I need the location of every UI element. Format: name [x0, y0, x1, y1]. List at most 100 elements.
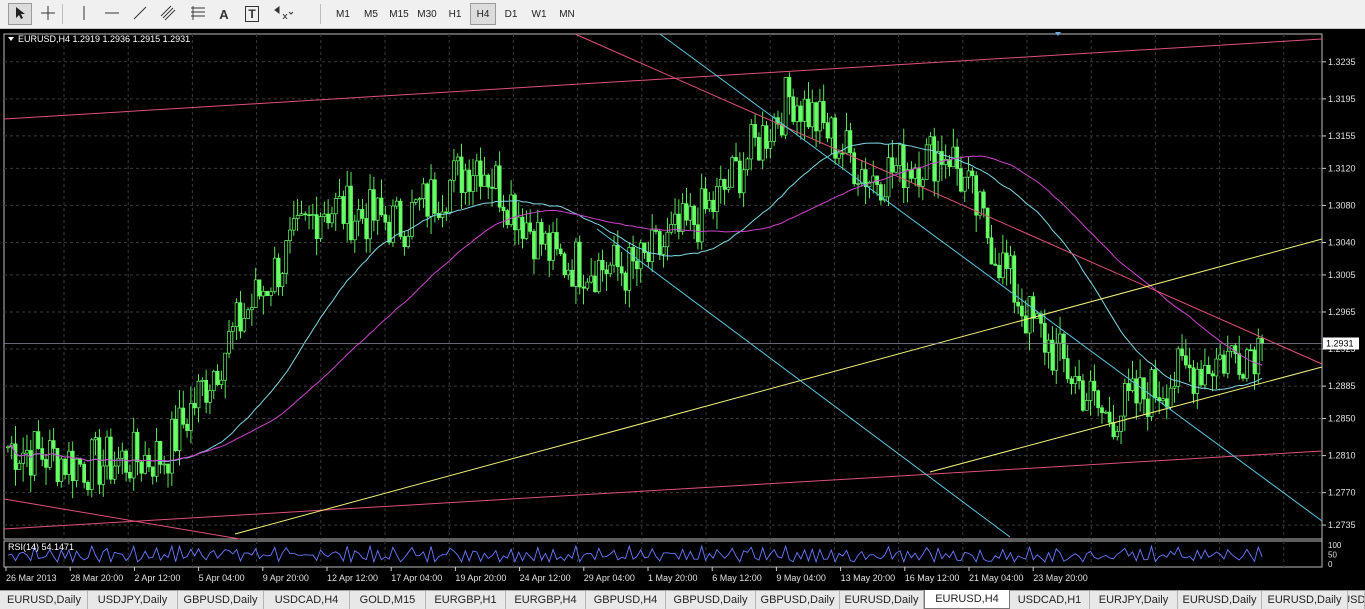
candle — [28, 450, 33, 476]
candle — [981, 191, 986, 209]
chart-tab[interactable]: USDCAD,H4 — [264, 591, 350, 609]
chart-tab[interactable]: EURUSD,H4 — [924, 590, 1010, 609]
candle — [764, 125, 769, 149]
period-button-m15[interactable]: M15 — [386, 3, 412, 25]
price-axis-label: 1.2770 — [1328, 488, 1356, 498]
time-axis-label: 17 Apr 04:00 — [391, 573, 442, 583]
chart-tab[interactable]: GBPUSD,Daily — [666, 591, 756, 609]
candle — [177, 407, 182, 452]
price-chart[interactable]: 1.3235 1.3195 1.3155 1.3120 1.3080 1.3040 1.30… — [0, 29, 1365, 590]
candle — [844, 130, 849, 154]
cursor-tool[interactable] — [8, 3, 32, 25]
candle — [837, 152, 841, 159]
chart-tab[interactable]: EURGBP,H1 — [426, 591, 506, 609]
chart-tab[interactable]: USDJPY,Daily — [88, 591, 178, 609]
period-button-m1[interactable]: M1 — [330, 3, 356, 25]
candle — [1081, 380, 1085, 411]
main-pane[interactable] — [3, 33, 1323, 540]
candle — [966, 170, 971, 178]
candle — [993, 263, 998, 266]
candle — [413, 199, 418, 203]
candle — [825, 122, 830, 139]
chart-tab[interactable]: EURGBP,H4 — [506, 591, 586, 609]
candle — [1111, 422, 1116, 438]
candle — [238, 302, 243, 332]
period-button-m30[interactable]: M30 — [414, 3, 440, 25]
equidistant-channel-tool[interactable] — [156, 3, 180, 25]
candle — [59, 458, 64, 482]
chart-tab[interactable]: GBPUSD,Daily — [178, 591, 264, 609]
candle — [208, 390, 212, 403]
candle — [562, 253, 567, 276]
chart-tab[interactable]: EURUSD,Daily — [1, 591, 88, 609]
period-button-w1[interactable]: W1 — [526, 3, 552, 25]
candle — [364, 218, 369, 240]
candle — [1142, 377, 1146, 400]
candle — [787, 77, 792, 98]
chart-tab[interactable]: GBPUSD,H4 — [586, 591, 666, 609]
candle — [307, 214, 311, 217]
candle — [535, 221, 540, 260]
chart-tab[interactable]: GOLD,M15 — [350, 591, 426, 609]
chart-tab[interactable]: EURUSD,Daily — [1348, 591, 1365, 609]
time-axis-label: 9 May 04:00 — [776, 573, 826, 583]
period-button-m5[interactable]: M5 — [358, 3, 384, 25]
candle — [253, 279, 258, 308]
candle — [1222, 354, 1226, 374]
candle — [349, 185, 353, 241]
period-button-mn[interactable]: MN — [554, 3, 580, 25]
horizontal-line-tool[interactable] — [100, 3, 124, 25]
chart-tab[interactable]: EURJPY,Daily — [1090, 591, 1178, 609]
candle — [44, 459, 48, 468]
chart-tab[interactable]: USDCAD,H1 — [1010, 591, 1090, 609]
candle — [959, 168, 963, 192]
time-axis-label: 19 Apr 20:00 — [455, 573, 506, 583]
candle — [901, 144, 906, 189]
candle — [516, 216, 521, 231]
period-button-d1[interactable]: D1 — [498, 3, 524, 25]
candle — [257, 279, 262, 297]
fibonacci-tool[interactable] — [186, 3, 210, 25]
candle — [375, 197, 380, 221]
candle — [36, 431, 41, 449]
chart-tab[interactable]: GBPUSD,Daily — [756, 591, 840, 609]
current-price-label: 1.2931 — [1326, 338, 1354, 348]
chart-tab[interactable]: EURUSD,Daily — [1178, 591, 1262, 609]
period-button-h1[interactable]: H1 — [442, 3, 468, 25]
candle — [989, 237, 994, 265]
crosshair-tool[interactable] — [36, 3, 60, 25]
candle — [269, 291, 273, 296]
arrows-tool[interactable] — [268, 3, 298, 25]
candle — [1180, 348, 1184, 357]
price-axis-label: 1.2965 — [1328, 307, 1356, 317]
candle — [276, 257, 281, 288]
period-button-h4[interactable]: H4 — [470, 3, 496, 25]
candle — [154, 441, 159, 477]
vertical-line-tool[interactable] — [72, 3, 96, 25]
candle — [1214, 358, 1219, 377]
candle — [337, 196, 342, 199]
candle — [646, 252, 651, 262]
candle — [524, 222, 529, 239]
toolbar-separator — [62, 4, 63, 24]
candle — [265, 290, 269, 296]
candle — [429, 179, 433, 217]
candle — [32, 431, 37, 476]
candle — [242, 318, 247, 332]
chart-tab[interactable]: EURUSD,Daily — [840, 591, 924, 609]
candle — [189, 403, 193, 431]
candle — [593, 275, 597, 293]
candle — [173, 418, 178, 452]
candle — [1183, 355, 1188, 366]
trendline-tool[interactable] — [128, 3, 152, 25]
text-tool[interactable]: A — [212, 3, 236, 25]
price-axis-label: 1.3155 — [1328, 131, 1356, 141]
candle — [703, 188, 708, 210]
candle — [1241, 374, 1245, 379]
candle — [452, 160, 456, 181]
price-axis-label: 1.3080 — [1328, 200, 1356, 210]
time-axis-label: 9 Apr 20:00 — [263, 573, 309, 583]
chart-tab[interactable]: EURUSD,Daily — [1262, 591, 1348, 609]
chart-window[interactable]: 1.3235 1.3195 1.3155 1.3120 1.3080 1.3040 1.30… — [0, 29, 1365, 590]
text-label-tool[interactable]: T — [240, 3, 264, 25]
